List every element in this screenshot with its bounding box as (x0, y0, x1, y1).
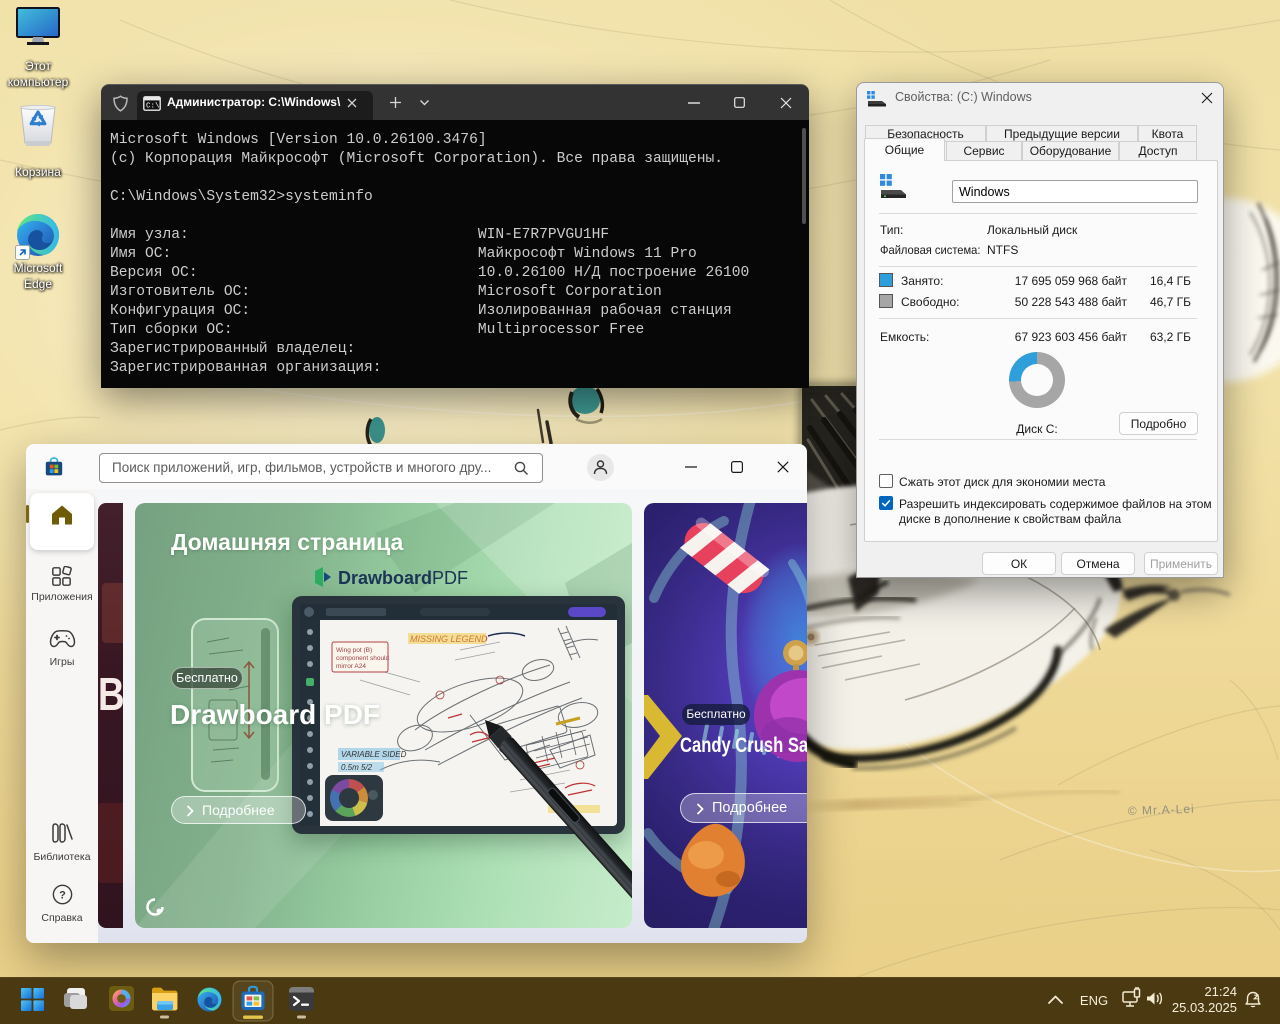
svg-text:C:\: C:\ (146, 103, 160, 111)
svg-text:25.03.2025: 25.03.2025 (1172, 1000, 1237, 1015)
svg-text:21:24: 21:24 (1204, 984, 1237, 999)
svg-text:?: ? (59, 890, 66, 902)
svg-text:© Mr.A-Lei: © Mr.A-Lei (1128, 802, 1195, 818)
svg-text:ENG: ENG (1080, 993, 1108, 1008)
